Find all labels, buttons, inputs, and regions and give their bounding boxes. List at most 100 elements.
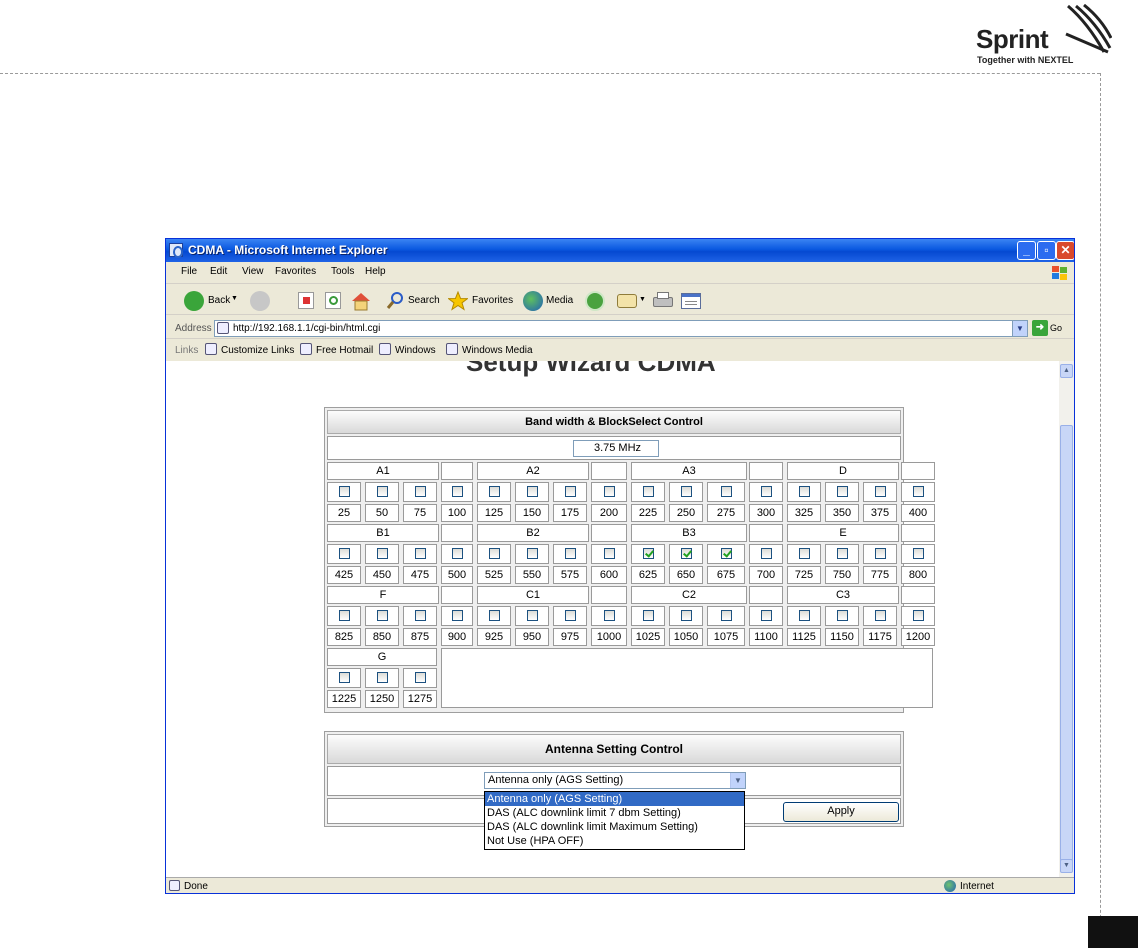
channel-checkbox[interactable] <box>913 610 924 621</box>
channel-checkbox[interactable] <box>681 548 692 559</box>
search-button[interactable]: Search <box>386 291 442 311</box>
channel-checkbox[interactable] <box>527 548 538 559</box>
channel-checkbox[interactable] <box>643 486 654 497</box>
channel-checkbox[interactable] <box>415 486 426 497</box>
address-input[interactable]: http://192.168.1.1/cgi-bin/html.cgi ▼ <box>214 320 1028 337</box>
channel-checkbox[interactable] <box>875 486 886 497</box>
channel-checkbox[interactable] <box>415 610 426 621</box>
channel-checkbox[interactable] <box>761 548 772 559</box>
channel-checkbox[interactable] <box>452 548 463 559</box>
channel-checkbox[interactable] <box>377 610 388 621</box>
channel-checkbox[interactable] <box>604 548 615 559</box>
checkbox-cell <box>515 606 549 626</box>
history-button[interactable] <box>585 291 605 311</box>
antenna-option[interactable]: DAS (ALC downlink limit Maximum Setting) <box>485 820 744 834</box>
go-arrow-icon[interactable]: ➜ <box>1032 320 1048 336</box>
address-dropdown-icon[interactable]: ▼ <box>1012 321 1027 336</box>
home-button[interactable] <box>350 291 372 311</box>
minimize-button[interactable]: _ <box>1017 241 1036 260</box>
channel-checkbox[interactable] <box>452 610 463 621</box>
channel-checkbox[interactable] <box>837 548 848 559</box>
menu-file[interactable]: File <box>181 266 197 277</box>
channel-checkbox[interactable] <box>681 486 692 497</box>
vertical-scrollbar[interactable]: ▲ ▼ <box>1059 361 1074 877</box>
antenna-option[interactable]: Antenna only (AGS Setting) <box>485 792 744 806</box>
channel-checkbox[interactable] <box>339 548 350 559</box>
channel-checkbox[interactable] <box>377 672 388 683</box>
link-free-hotmail[interactable]: Free Hotmail <box>316 345 373 356</box>
channel-checkbox[interactable] <box>721 610 732 621</box>
back-dropdown-icon[interactable]: ▼ <box>231 295 238 302</box>
channel-checkbox[interactable] <box>489 610 500 621</box>
mail-button[interactable]: ▼ <box>617 291 647 311</box>
channel-checkbox[interactable] <box>643 610 654 621</box>
antenna-select[interactable]: Antenna only (AGS Setting) ▼ <box>484 772 746 789</box>
refresh-button[interactable] <box>324 291 342 311</box>
channel-checkbox[interactable] <box>799 486 810 497</box>
link-windows-media[interactable]: Windows Media <box>462 345 533 356</box>
channel-checkbox[interactable] <box>761 610 772 621</box>
channel-checkbox[interactable] <box>837 610 848 621</box>
channel-checkbox[interactable] <box>721 548 732 559</box>
back-button[interactable]: Back ▼ <box>184 291 240 311</box>
channel-checkbox[interactable] <box>415 548 426 559</box>
channel-checkbox[interactable] <box>604 610 615 621</box>
bandwidth-field[interactable]: 3.75 MHz <box>573 440 659 457</box>
channel-checkbox[interactable] <box>875 548 886 559</box>
channel-checkbox[interactable] <box>799 548 810 559</box>
channel-checkbox[interactable] <box>339 672 350 683</box>
edit-button[interactable] <box>680 291 702 311</box>
channel-checkbox[interactable] <box>415 672 426 683</box>
channel-checkbox[interactable] <box>721 486 732 497</box>
channel-checkbox[interactable] <box>875 610 886 621</box>
channel-checkbox[interactable] <box>799 610 810 621</box>
mail-dropdown-icon[interactable]: ▼ <box>639 296 646 303</box>
channel-checkbox[interactable] <box>489 548 500 559</box>
channel-checkbox[interactable] <box>681 610 692 621</box>
scroll-thumb[interactable] <box>1060 425 1073 865</box>
print-button[interactable] <box>652 291 674 311</box>
channel-checkbox[interactable] <box>837 486 848 497</box>
channel-checkbox[interactable] <box>377 548 388 559</box>
favorites-button[interactable]: Favorites <box>447 290 516 311</box>
scroll-up-icon[interactable]: ▲ <box>1060 364 1073 378</box>
menu-tools[interactable]: Tools <box>331 266 354 277</box>
channel-checkbox[interactable] <box>339 486 350 497</box>
channel-checkbox[interactable] <box>527 610 538 621</box>
stop-button[interactable] <box>297 291 315 311</box>
link-customize-links[interactable]: Customize Links <box>221 345 294 356</box>
menu-edit[interactable]: Edit <box>210 266 227 277</box>
group-spacer <box>749 462 783 480</box>
channel-checkbox[interactable] <box>527 486 538 497</box>
channel-checkbox[interactable] <box>913 486 924 497</box>
channel-checkbox[interactable] <box>913 548 924 559</box>
channel-checkbox[interactable] <box>377 486 388 497</box>
channel-checkbox[interactable] <box>565 610 576 621</box>
menu-help[interactable]: Help <box>365 266 386 277</box>
antenna-option[interactable]: Not Use (HPA OFF) <box>485 834 744 848</box>
channel-checkbox[interactable] <box>565 548 576 559</box>
channel-checkbox[interactable] <box>643 548 654 559</box>
forward-button[interactable] <box>250 291 270 311</box>
checkbox-cell <box>591 482 627 502</box>
menu-view[interactable]: View <box>242 266 264 277</box>
channel-checkbox[interactable] <box>339 610 350 621</box>
link-windows[interactable]: Windows <box>395 345 436 356</box>
checkbox-cell <box>327 668 361 688</box>
maximize-button[interactable]: ▫ <box>1037 241 1056 260</box>
channel-checkbox[interactable] <box>565 486 576 497</box>
channel-checkbox[interactable] <box>489 486 500 497</box>
channel-checkbox[interactable] <box>452 486 463 497</box>
channel-checkbox[interactable] <box>604 486 615 497</box>
antenna-option[interactable]: DAS (ALC downlink limit 7 dbm Setting) <box>485 806 744 820</box>
group-spacer <box>591 462 627 480</box>
close-button[interactable]: ✕ <box>1056 241 1074 260</box>
back-arrow-icon <box>184 291 204 311</box>
chevron-down-icon[interactable]: ▼ <box>730 773 745 788</box>
media-button[interactable]: Media <box>523 291 573 311</box>
scroll-down-icon[interactable]: ▼ <box>1060 859 1073 873</box>
menu-favorites[interactable]: Favorites <box>275 266 316 277</box>
apply-button[interactable]: Apply <box>783 802 899 822</box>
channel-checkbox[interactable] <box>761 486 772 497</box>
go-button[interactable]: Go <box>1050 323 1062 333</box>
